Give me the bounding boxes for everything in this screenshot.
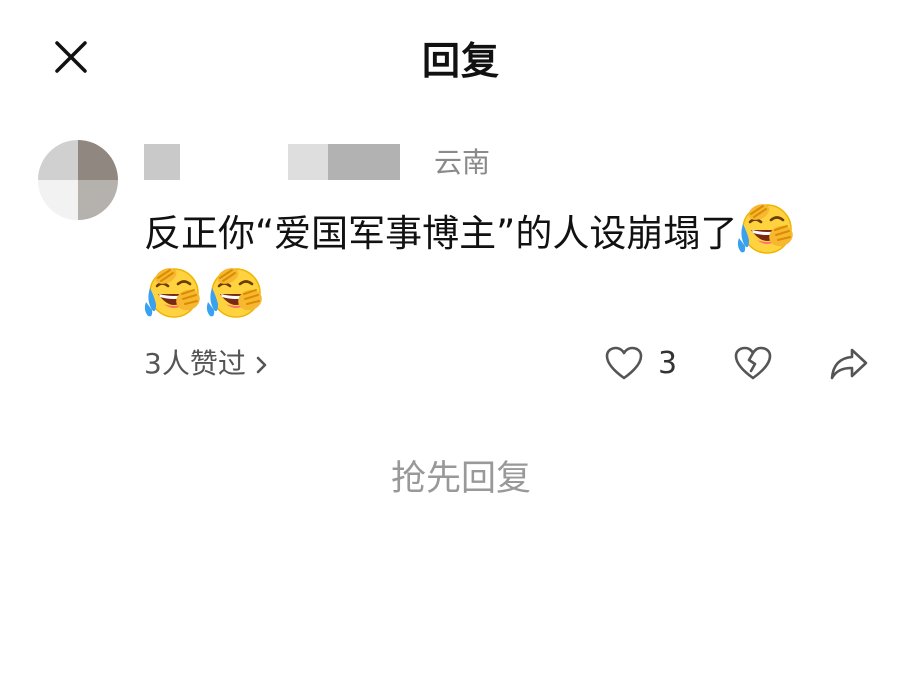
dislike-button[interactable] (732, 344, 774, 388)
reply-page: 回复 云南 反正你“爱国军事博主”的人设崩塌了 3人赞过 3 抢先回复 (0, 0, 922, 697)
broken-heart-icon (734, 346, 772, 380)
page-title: 回复 (421, 39, 500, 83)
location-label: 云南 (434, 146, 491, 179)
like-count: 3 (658, 346, 678, 381)
likes-summary-label: 3人赞过 (144, 347, 246, 380)
laughing-face-emoji (144, 264, 202, 322)
chevron-right-icon (256, 356, 267, 374)
share-button[interactable] (828, 344, 870, 388)
comment-body: 反正你“爱国军事博主”的人设崩塌了 (144, 212, 738, 255)
likes-summary-link[interactable]: 3人赞过 (144, 344, 270, 384)
comment-text: 反正你“爱国军事博主”的人设崩塌了 (144, 200, 864, 328)
laughing-face-emoji (206, 264, 264, 322)
laughing-face-emoji (737, 200, 795, 258)
avatar[interactable] (38, 140, 118, 220)
first-reply-prompt[interactable]: 抢先回复 (0, 450, 922, 501)
share-icon (830, 348, 868, 380)
heart-icon (605, 346, 643, 380)
username-obscured[interactable] (144, 144, 414, 182)
